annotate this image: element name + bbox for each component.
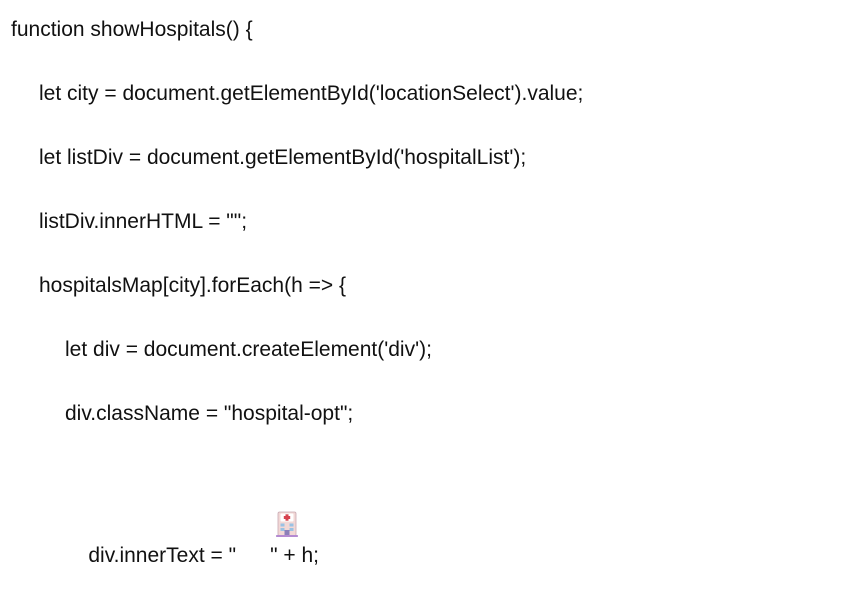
code-line-4: listDiv.innerHTML = ""; (39, 210, 248, 233)
code-snippet: function showHospitals() { let city = do… (0, 0, 853, 567)
code-line-6: let div = document.createElement('div'); (65, 338, 432, 361)
code-line-3: let listDiv = document.getElementById('h… (39, 146, 527, 169)
code-line-2: let city = document.getElementById('loca… (39, 82, 584, 105)
code-line-8: div.innerText = " " + h; (65, 451, 319, 601)
code-line-7: div.className = "hospital-opt"; (65, 402, 354, 425)
code-line-1: function showHospitals() { (11, 18, 253, 41)
code-line-5: hospitalsMap[city].forEach(h => { (39, 274, 346, 297)
code-line-8-before: div.innerText = " (88, 544, 237, 567)
hospital-emoji-icon (240, 481, 299, 537)
code-line-8-after: " + h; (270, 544, 319, 567)
